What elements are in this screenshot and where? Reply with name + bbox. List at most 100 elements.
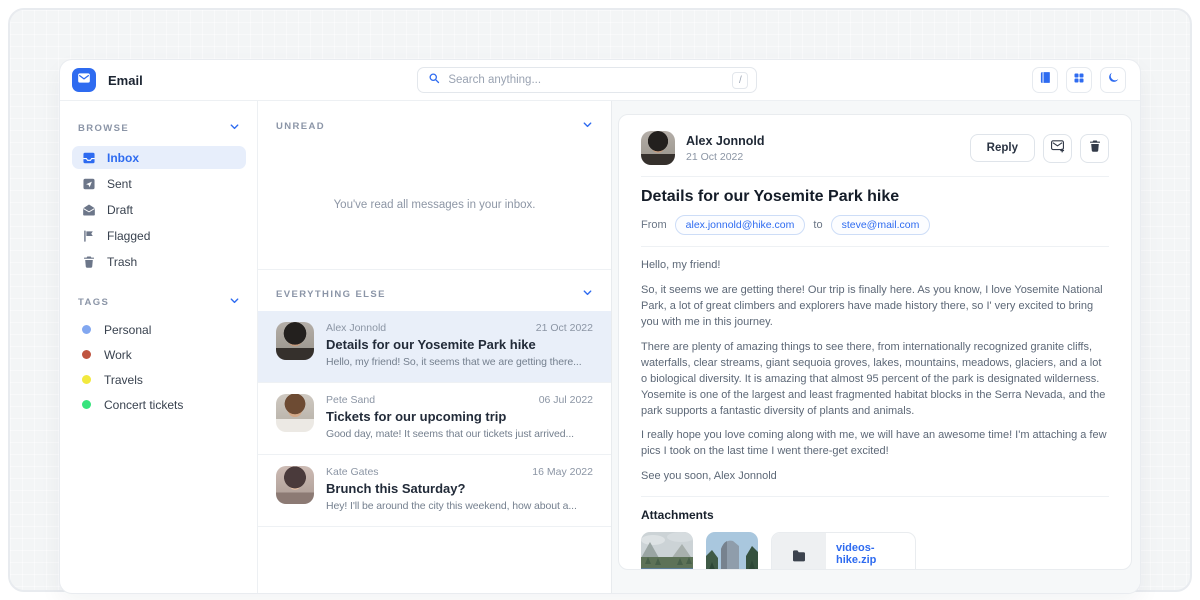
- divider: [641, 176, 1109, 177]
- app-title: Email: [108, 73, 143, 88]
- email-body: Hello, my friend! So, it seems we are ge…: [641, 258, 1109, 485]
- app-logo: [72, 68, 96, 92]
- body-paragraph: I really hope you love coming along with…: [641, 428, 1109, 460]
- email-detail-card: Alex Jonnold 21 Oct 2022 Reply: [618, 114, 1132, 570]
- search-input[interactable]: [448, 74, 724, 86]
- chevron-down-icon[interactable]: [229, 293, 240, 311]
- search-icon: [428, 71, 440, 89]
- sent-icon: [82, 177, 96, 191]
- sidebar-item-label: Trash: [107, 255, 137, 269]
- email-preview: Hey! I'll be around the city this weeken…: [326, 500, 593, 512]
- sidebar-item-sent[interactable]: Sent: [72, 172, 246, 195]
- from-email-chip[interactable]: alex.jonnold@hike.com: [675, 215, 806, 235]
- email-app-window: Email /: [60, 60, 1140, 593]
- sidebar-item-trash[interactable]: Trash: [72, 250, 246, 273]
- search-bar[interactable]: /: [417, 67, 757, 93]
- dark-mode-toggle[interactable]: [1100, 67, 1126, 93]
- body-paragraph: Hello, my friend!: [641, 258, 1109, 274]
- sidebar-item-inbox[interactable]: Inbox: [72, 146, 246, 169]
- divider: [641, 246, 1109, 247]
- reading-list-icon: [1039, 71, 1052, 89]
- everything-else-label: EVERYTHING ELSE: [276, 289, 386, 300]
- email-sender: Pete Sand: [326, 394, 375, 406]
- apps-grid-icon: [1073, 71, 1085, 89]
- reading-pane: Alex Jonnold 21 Oct 2022 Reply: [612, 101, 1140, 593]
- forward-email-button[interactable]: [1043, 134, 1072, 163]
- folder-icon: [791, 548, 807, 569]
- search-shortcut-key: /: [732, 72, 748, 89]
- tag-item-travels[interactable]: Travels: [72, 367, 246, 392]
- browse-section-label: BROWSE: [78, 123, 129, 134]
- sidebar-item-label: Inbox: [107, 151, 139, 165]
- email-list-item[interactable]: Alex Jonnold 21 Oct 2022 Details for our…: [258, 311, 611, 383]
- divider: [641, 496, 1109, 497]
- tag-label: Personal: [104, 323, 151, 337]
- email-preview: Hello, my friend! So, it seems that we a…: [326, 356, 593, 368]
- sidebar-item-draft[interactable]: Draft: [72, 198, 246, 221]
- avatar: [276, 466, 314, 504]
- inbox-icon: [82, 151, 96, 165]
- delete-email-button[interactable]: [1080, 134, 1109, 163]
- sidebar-item-label: Flagged: [107, 229, 150, 243]
- zip-file-name: videos-hike.zip: [836, 542, 905, 566]
- sidebar: BROWSE Inbox Sent: [60, 101, 258, 593]
- tag-dot: [82, 375, 91, 384]
- tag-item-work[interactable]: Work: [72, 342, 246, 367]
- unread-section-label: UNREAD: [276, 121, 325, 132]
- tag-item-personal[interactable]: Personal: [72, 317, 246, 342]
- apps-grid-button[interactable]: [1066, 67, 1092, 93]
- attachment-photo-valley[interactable]: [641, 532, 693, 570]
- everything-else-section-header: EVERYTHING ELSE: [258, 270, 611, 311]
- tag-label: Work: [104, 348, 132, 362]
- attachment-photo-half-dome[interactable]: [706, 532, 758, 570]
- body-paragraph: See you soon, Alex Jonnold: [641, 469, 1109, 485]
- tag-label: Travels: [104, 373, 143, 387]
- sidebar-item-flagged[interactable]: Flagged: [72, 224, 246, 247]
- attachment-zip-card[interactable]: videos-hike.zip 100 MB: [771, 532, 916, 570]
- email-preview: Good day, mate! It seems that our ticket…: [326, 428, 593, 440]
- unread-empty-message: You've read all messages in your inbox.: [258, 199, 611, 211]
- moon-icon: [1107, 71, 1120, 89]
- sidebar-item-label: Draft: [107, 203, 133, 217]
- avatar: [641, 131, 675, 165]
- message-list-panel: UNREAD You've read all messages in your …: [258, 101, 612, 593]
- avatar: [276, 394, 314, 432]
- email-sender: Alex Jonnold: [326, 322, 386, 334]
- tag-dot: [82, 400, 91, 409]
- tag-dot: [82, 325, 91, 334]
- sidebar-item-label: Sent: [107, 177, 132, 191]
- body-paragraph: There are plenty of amazing things to se…: [641, 340, 1109, 420]
- trash-icon: [1088, 139, 1102, 158]
- email-subject: Brunch this Saturday?: [326, 481, 593, 496]
- email-list-item[interactable]: Kate Gates 16 May 2022 Brunch this Satur…: [258, 455, 611, 527]
- to-email-chip[interactable]: steve@mail.com: [831, 215, 931, 235]
- to-label: to: [813, 219, 822, 231]
- draft-icon: [82, 203, 96, 217]
- email-subject: Details for our Yosemite Park hike: [326, 337, 593, 352]
- attachments-label: Attachments: [641, 508, 1109, 522]
- tags-section-label: TAGS: [78, 297, 109, 308]
- detail-subject: Details for our Yosemite Park hike: [641, 188, 1109, 206]
- reading-list-button[interactable]: [1032, 67, 1058, 93]
- avatar: [276, 322, 314, 360]
- chevron-down-icon[interactable]: [582, 285, 593, 303]
- flag-icon: [82, 229, 96, 243]
- unread-section: UNREAD You've read all messages in your …: [258, 101, 611, 270]
- chevron-down-icon[interactable]: [229, 119, 240, 137]
- chevron-down-icon[interactable]: [582, 117, 593, 135]
- envelope-plus-icon: [1050, 138, 1065, 158]
- envelope-icon: [77, 71, 91, 90]
- email-date: 06 Jul 2022: [539, 394, 593, 406]
- from-label: From: [641, 219, 667, 231]
- email-date: 21 Oct 2022: [536, 322, 593, 334]
- tag-label: Concert tickets: [104, 398, 183, 412]
- tag-dot: [82, 350, 91, 359]
- reply-button[interactable]: Reply: [970, 134, 1035, 162]
- tag-item-concert-tickets[interactable]: Concert tickets: [72, 392, 246, 417]
- body-paragraph: So, it seems we are getting there! Our t…: [641, 283, 1109, 331]
- detail-date: 21 Oct 2022: [686, 151, 764, 163]
- email-date: 16 May 2022: [532, 466, 593, 478]
- detail-sender-name: Alex Jonnold: [686, 134, 764, 148]
- trash-icon: [82, 255, 96, 269]
- email-list-item[interactable]: Pete Sand 06 Jul 2022 Tickets for our up…: [258, 383, 611, 455]
